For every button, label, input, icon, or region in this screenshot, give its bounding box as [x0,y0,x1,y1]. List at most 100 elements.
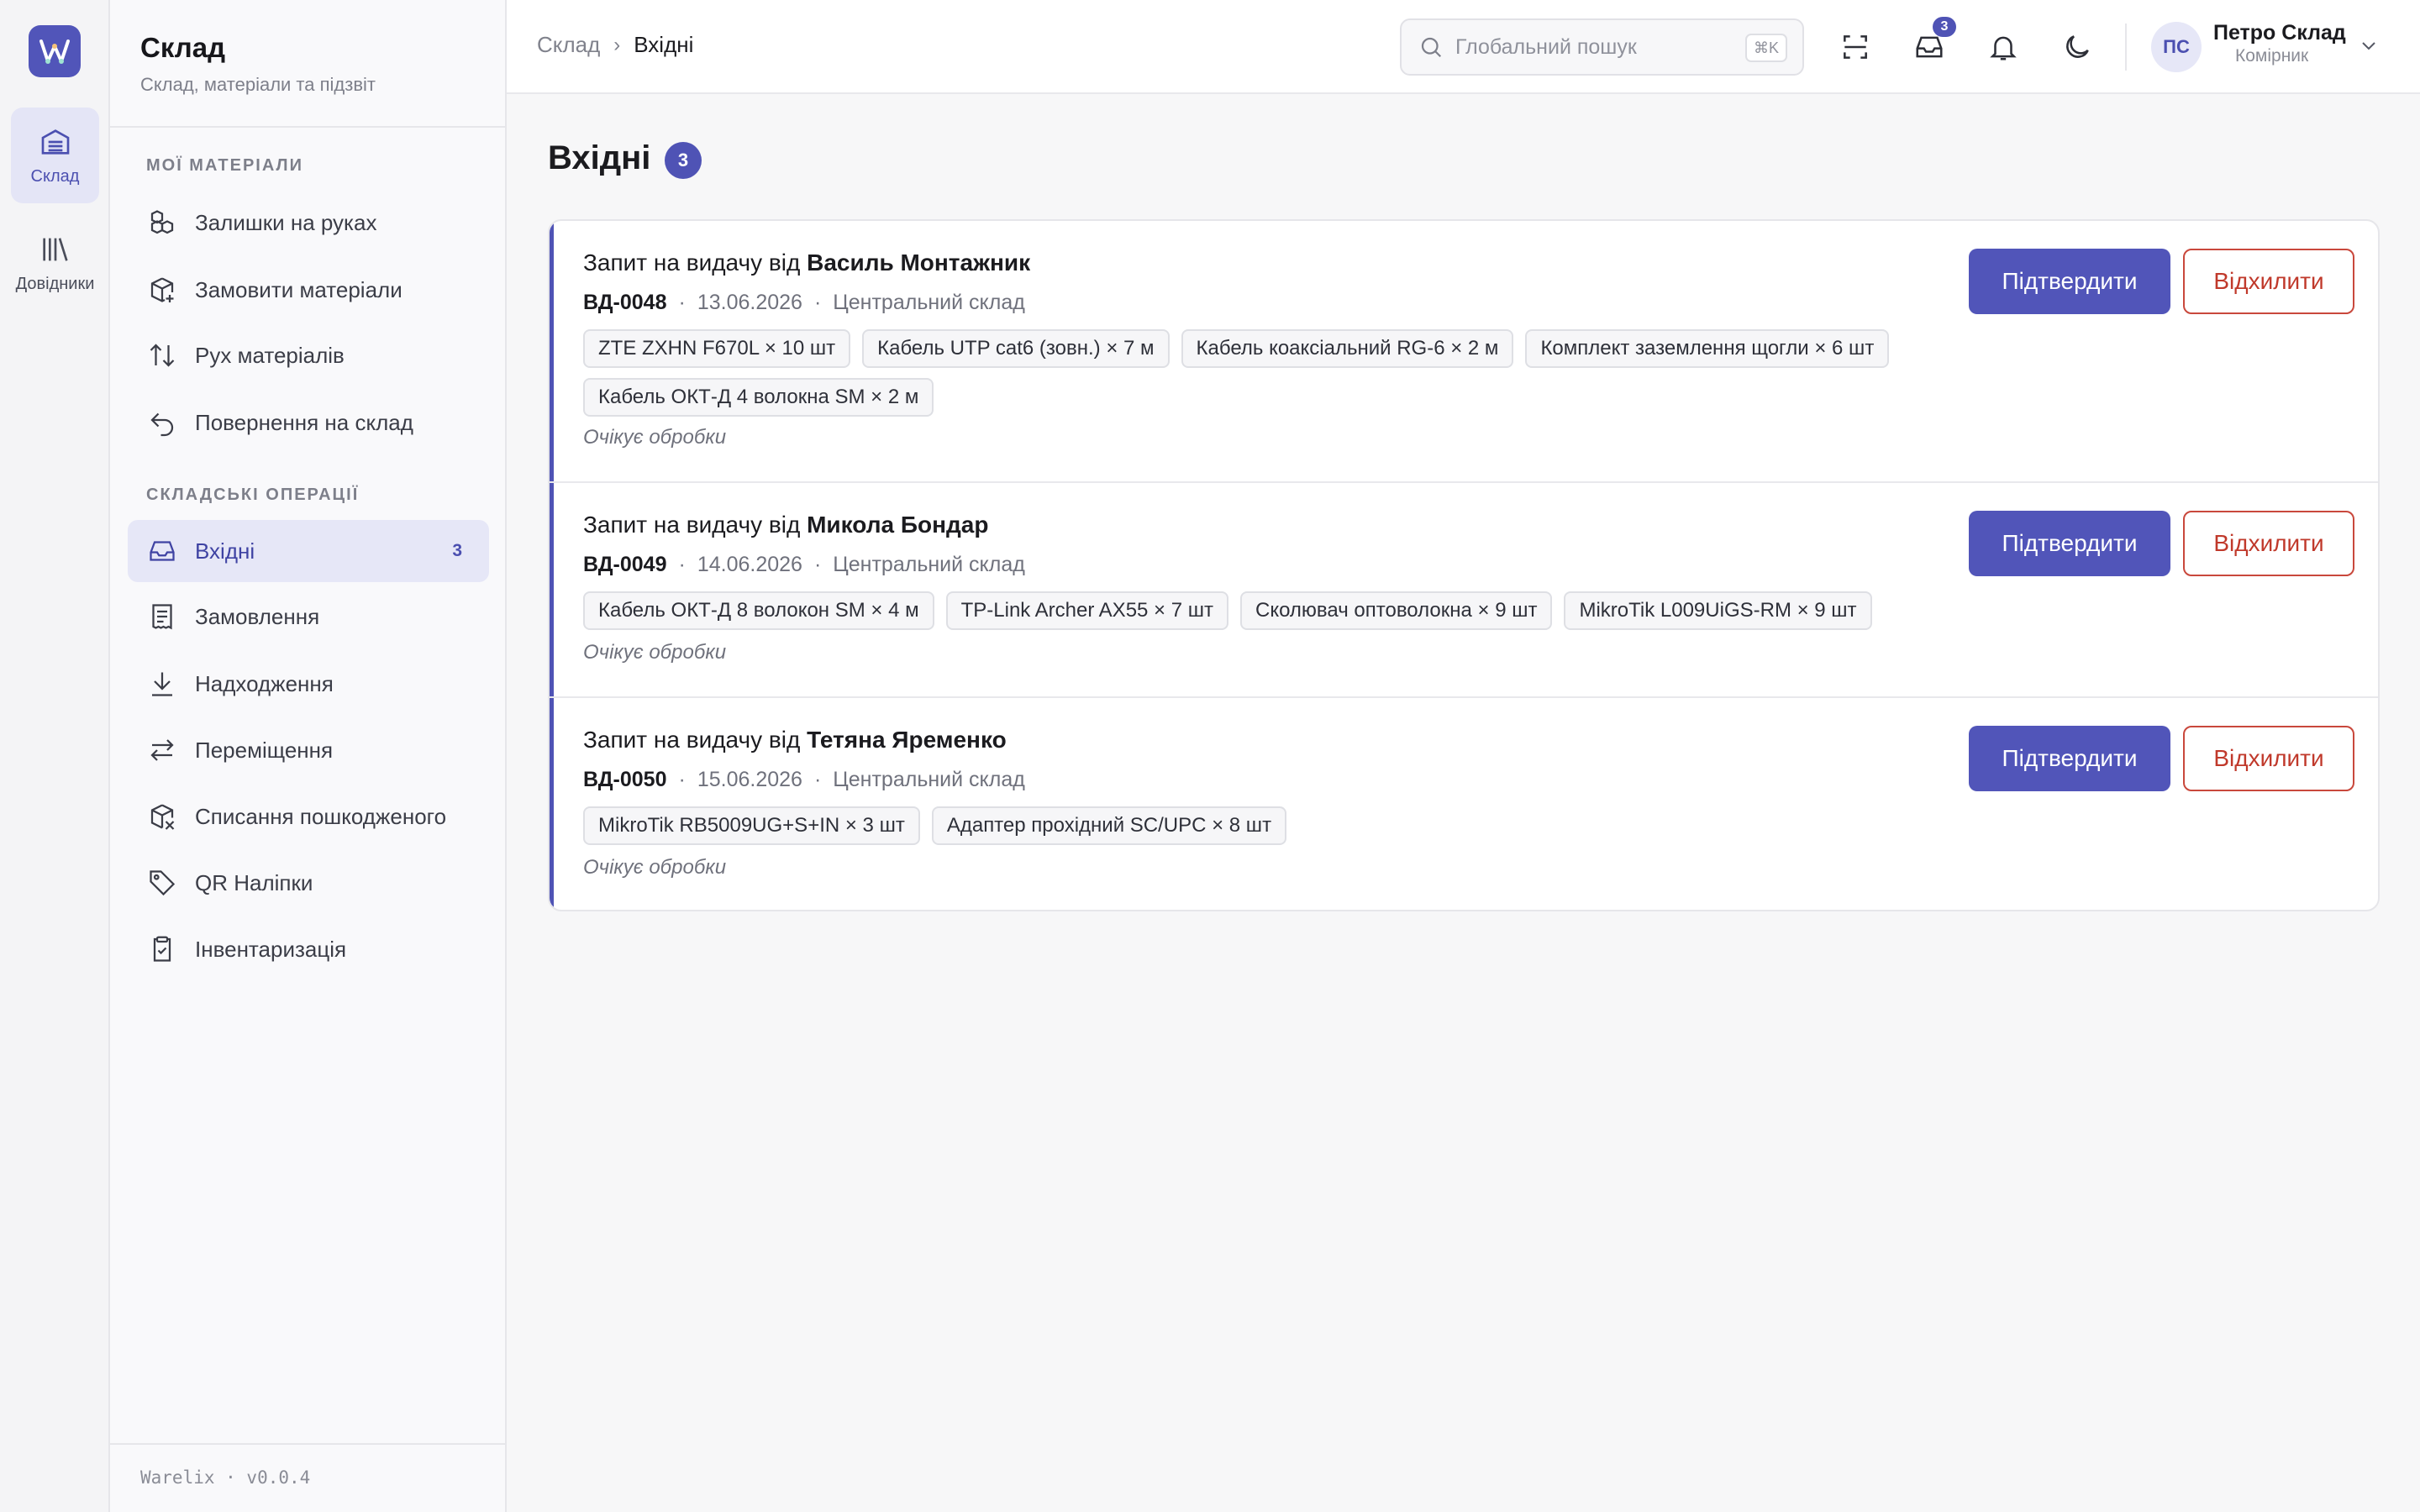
sidebar-item-write-off[interactable]: Списання пошкодженого [128,785,489,848]
request-items: Кабель ОКТ-Д 8 волокон SM × 4 м TP-Link … [583,591,1961,630]
card-accent [550,698,554,910]
app-version: Warelix · v0.0.4 [140,1467,311,1488]
sidebar-item-label: Замовити матеріали [195,276,402,302]
request-code: ВД-0050 [583,768,667,791]
sidebar-item-orders[interactable]: Замовлення [128,585,489,648]
item-chip: Кабель UTP cat6 (зовн.) × 7 м [862,329,1170,368]
undo-icon [146,407,178,438]
theme-toggle-button[interactable] [2059,29,2096,66]
divider [2125,24,2127,71]
sidebar-item-label: Списання пошкодженого [195,803,447,829]
reject-button[interactable]: Відхилити [2183,249,2354,314]
sidebar-subtitle: Склад, матеріали та підзвіт [140,74,376,95]
item-chip: TP-Link Archer AX55 × 7 шт [945,591,1228,630]
request-date: 15.06.2026 [697,768,802,791]
breadcrumb-separator: › [613,33,621,56]
request-meta: ВД-0049 · 14.06.2026 · Центральний склад [583,553,1025,577]
request-title: Запит на видачу від Микола Бондар [583,512,988,538]
request-meta: ВД-0050 · 15.06.2026 · Центральний склад [583,768,1025,792]
reject-button[interactable]: Відхилити [2183,511,2354,576]
sidebar-item-label: Залишки на руках [195,209,377,235]
tag-icon [146,867,178,899]
request-meta: ВД-0048 · 13.06.2026 · Центральний склад [583,291,1025,315]
topbar: Склад › Вхідні Глобальний пошук ⌘K 3 ПС … [507,0,2420,94]
app-rail: Склад Довідники [0,0,110,1512]
transfer-icon [146,734,178,766]
rail-item-references[interactable]: Довідники [11,215,99,311]
confirm-button[interactable]: Підтвердити [1969,249,2170,314]
request-warehouse: Центральний склад [833,291,1025,314]
sidebar: Склад Склад, матеріали та підзвіт МОЇ МА… [110,0,507,1512]
user-role: Комірник [2235,46,2309,66]
request-status: Очікує обробки [583,856,727,879]
confirm-button[interactable]: Підтвердити [1969,726,2170,791]
meta-separator: · [813,553,822,576]
rail-item-warehouse[interactable]: Склад [11,108,99,203]
avatar[interactable]: ПС [2151,22,2202,72]
notifications-button[interactable] [1985,29,2022,66]
sidebar-item-inbox[interactable]: Вхідні 3 [128,520,489,582]
request-title: Запит на видачу від Тетяна Яременко [583,727,1007,753]
sidebar-item-transfers[interactable]: Переміщення [128,719,489,781]
sidebar-item-qr-labels[interactable]: QR Наліпки [128,852,489,914]
divider [110,126,505,128]
search-shortcut: ⌘K [1744,34,1787,62]
sidebar-item-label: Замовлення [195,603,320,629]
sidebar-item-receipts[interactable]: Надходження [128,653,489,715]
request-warehouse: Центральний склад [833,768,1025,791]
request-code: ВД-0049 [583,553,667,576]
meta-separator: · [813,768,822,791]
meta-separator: · [678,291,686,314]
request-items: ZTE ZXHN F670L × 10 шт Кабель UTP cat6 (… [583,329,1961,417]
item-chip: Адаптер прохідний SC/UPC × 8 шт [931,806,1287,845]
receipt-icon [146,601,178,633]
request-warehouse: Центральний склад [833,553,1025,576]
meta-separator: · [813,291,822,314]
request-title: Запит на видачу від Василь Монтажник [583,249,1030,276]
sidebar-item-return-to-warehouse[interactable]: Повернення на склад [128,391,489,454]
reject-button[interactable]: Відхилити [2183,726,2354,791]
breadcrumb-parent[interactable]: Склад [537,32,600,58]
sidebar-item-label: QR Наліпки [195,869,313,895]
sidebar-item-label: Інвентаризація [195,936,347,962]
request-status: Очікує обробки [583,426,727,449]
app-logo[interactable] [29,25,81,77]
request-title-prefix: Запит на видачу від [583,727,801,753]
sidebar-item-count: 3 [452,541,462,560]
package-x-icon [146,801,178,832]
bell-icon [1990,36,2017,60]
request-items: MikroTik RB5009UG+S+IN × 3 шт Адаптер пр… [583,806,1961,845]
request-card: Запит на видачу від Тетяна Яременко ВД-0… [550,698,2378,910]
item-chip: Сколювач оптоволокна × 9 шт [1240,591,1553,630]
item-chip: MikroTik L009UiGS-RM × 9 шт [1564,591,1872,630]
request-card: Запит на видачу від Микола Бондар ВД-004… [550,483,2378,698]
confirm-button[interactable]: Підтвердити [1969,511,2170,576]
sidebar-item-stock-on-hand[interactable]: Залишки на руках [128,192,489,254]
sidebar-item-material-movement[interactable]: Рух матеріалів [128,324,489,386]
sidebar-item-label: Повернення на склад [195,409,413,435]
requester-name: Василь Монтажник [807,249,1031,276]
request-title-prefix: Запит на видачу від [583,249,801,276]
divider [110,1443,505,1445]
request-card: Запит на видачу від Василь Монтажник ВД-… [550,221,2378,483]
inbox-button[interactable]: 3 [1911,17,1956,66]
sidebar-item-inventory[interactable]: Інвентаризація [128,918,489,980]
item-chip: Комплект заземлення щогли × 6 шт [1525,329,1890,368]
scan-button[interactable] [1837,29,1874,66]
rail-item-label: Довідники [15,274,95,293]
requester-name: Тетяна Яременко [807,727,1007,753]
package-plus-icon [146,274,178,306]
inbox-icon [146,535,178,567]
user-name[interactable]: Петро Склад [2213,21,2346,45]
scan-icon [1844,35,1867,59]
global-search-input[interactable]: Глобальний пошук ⌘K [1400,18,1804,76]
item-chip: Кабель ОКТ-Д 8 волокон SM × 4 м [583,591,934,630]
inbox-badge: 3 [1933,17,1956,37]
meta-separator: · [678,768,686,791]
library-icon [42,237,68,261]
search-icon [1421,37,1442,58]
sidebar-item-order-materials[interactable]: Замовити матеріали [128,259,489,321]
moon-icon [2066,35,2089,58]
chevron-down-icon[interactable] [2359,35,2379,55]
sidebar-item-label: Надходження [195,670,334,696]
